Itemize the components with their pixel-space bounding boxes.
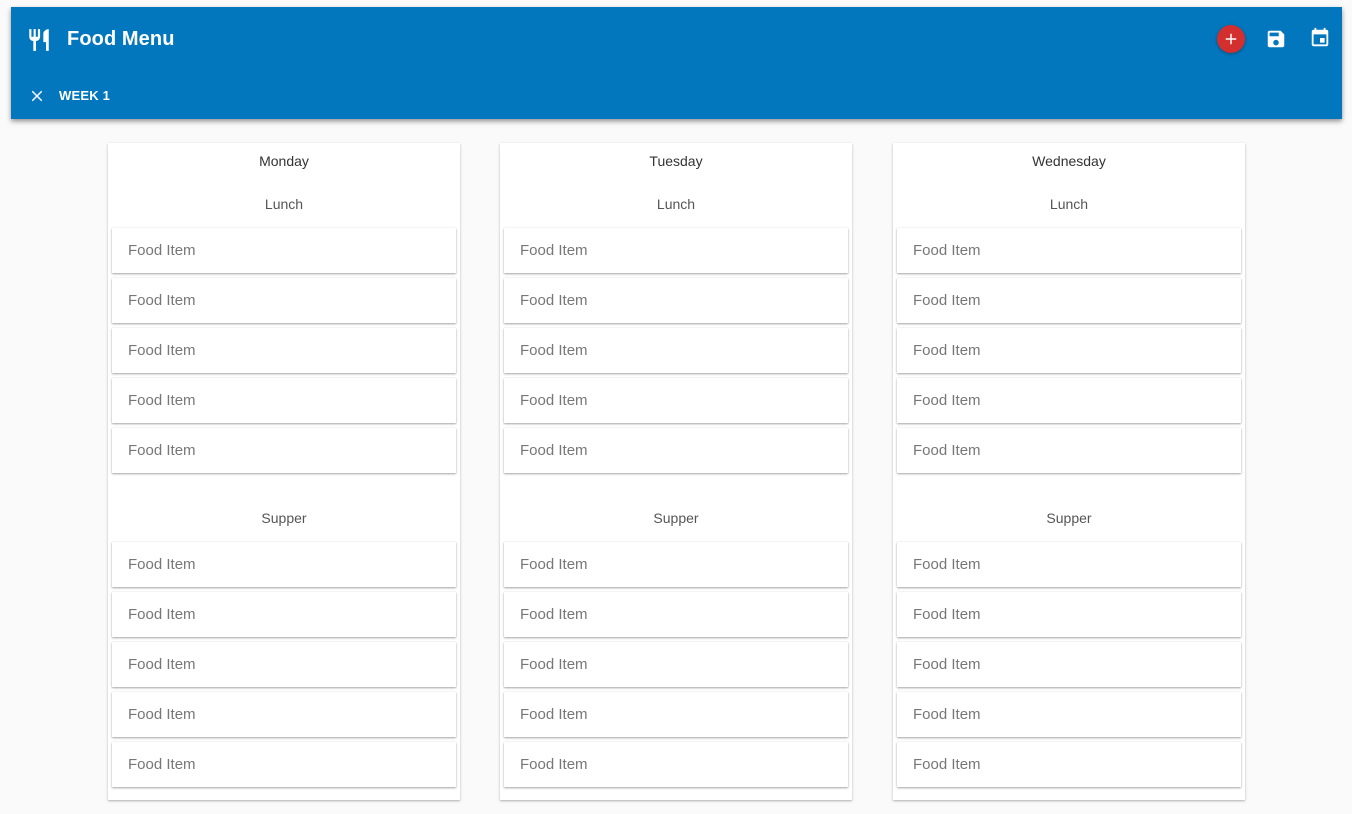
food-item [112, 592, 456, 637]
toolbar-top-row: Food Menu [11, 7, 1342, 71]
food-item [897, 428, 1241, 473]
supper-title: Supper [653, 510, 699, 526]
food-item [897, 642, 1241, 687]
food-item-input[interactable] [897, 642, 1241, 687]
food-item-input[interactable] [112, 642, 456, 687]
food-item [897, 378, 1241, 423]
app-toolbar: Food Menu WEEK 1 [11, 7, 1342, 119]
food-item [112, 692, 456, 737]
food-item-input[interactable] [112, 692, 456, 737]
food-item [112, 742, 456, 787]
food-item-input[interactable] [504, 428, 848, 473]
food-item-input[interactable] [504, 278, 848, 323]
lunch-items-list [112, 228, 456, 478]
food-item [504, 228, 848, 273]
food-item [112, 228, 456, 273]
food-item-input[interactable] [504, 228, 848, 273]
food-item-input[interactable] [112, 228, 456, 273]
food-item-input[interactable] [897, 742, 1241, 787]
food-item-input[interactable] [112, 278, 456, 323]
day-card-wednesday: Wednesday Lunch Supper [893, 143, 1245, 800]
food-item-input[interactable] [504, 542, 848, 587]
day-title: Wednesday [1032, 153, 1106, 169]
day-card-monday: Monday Lunch Supper [108, 143, 460, 800]
food-item [897, 328, 1241, 373]
supper-items-list [504, 542, 848, 792]
food-item-input[interactable] [112, 378, 456, 423]
food-item-input[interactable] [897, 592, 1241, 637]
food-item [112, 642, 456, 687]
food-item-input[interactable] [504, 378, 848, 423]
food-item [504, 542, 848, 587]
food-item [504, 278, 848, 323]
food-item [112, 378, 456, 423]
food-item [897, 542, 1241, 587]
food-item [112, 278, 456, 323]
food-item [897, 692, 1241, 737]
food-item-input[interactable] [897, 228, 1241, 273]
food-item [897, 592, 1241, 637]
supper-items-list [897, 542, 1241, 792]
food-item [112, 328, 456, 373]
supper-title: Supper [261, 510, 307, 526]
add-button[interactable] [1217, 25, 1245, 53]
food-item-input[interactable] [504, 328, 848, 373]
food-item-input[interactable] [112, 328, 456, 373]
calendar-icon[interactable] [1309, 27, 1331, 49]
food-item-input[interactable] [504, 642, 848, 687]
lunch-items-list [897, 228, 1241, 478]
food-item [504, 328, 848, 373]
supper-title: Supper [1046, 510, 1092, 526]
food-item-input[interactable] [897, 378, 1241, 423]
food-item [504, 742, 848, 787]
food-item-input[interactable] [897, 328, 1241, 373]
app-title: Food Menu [67, 28, 175, 50]
lunch-title: Lunch [656, 196, 696, 212]
food-item [112, 428, 456, 473]
food-item [504, 692, 848, 737]
food-item-input[interactable] [897, 278, 1241, 323]
food-item [504, 642, 848, 687]
food-item [504, 428, 848, 473]
food-item-input[interactable] [897, 428, 1241, 473]
food-item-input[interactable] [504, 592, 848, 637]
food-item-input[interactable] [504, 742, 848, 787]
toolbar-week-row: WEEK 1 [11, 71, 1342, 119]
day-title: Monday [259, 153, 309, 169]
day-title: Tuesday [649, 153, 703, 169]
save-icon[interactable] [1265, 28, 1287, 50]
food-item [897, 278, 1241, 323]
week-label: WEEK 1 [59, 88, 111, 103]
food-item [112, 542, 456, 587]
lunch-title: Lunch [264, 196, 304, 212]
food-item [897, 228, 1241, 273]
plus-icon [1225, 33, 1237, 45]
food-item [897, 742, 1241, 787]
food-item-input[interactable] [112, 542, 456, 587]
close-icon[interactable] [28, 87, 46, 105]
food-item [504, 378, 848, 423]
silverware-icon [29, 29, 49, 51]
food-item-input[interactable] [112, 592, 456, 637]
food-item-input[interactable] [897, 692, 1241, 737]
day-card-tuesday: Tuesday Lunch Supper [500, 143, 852, 800]
food-item-input[interactable] [112, 742, 456, 787]
lunch-title: Lunch [1049, 196, 1089, 212]
food-item-input[interactable] [504, 692, 848, 737]
food-item [504, 592, 848, 637]
food-item-input[interactable] [112, 428, 456, 473]
supper-items-list [112, 542, 456, 792]
food-item-input[interactable] [897, 542, 1241, 587]
lunch-items-list [504, 228, 848, 478]
